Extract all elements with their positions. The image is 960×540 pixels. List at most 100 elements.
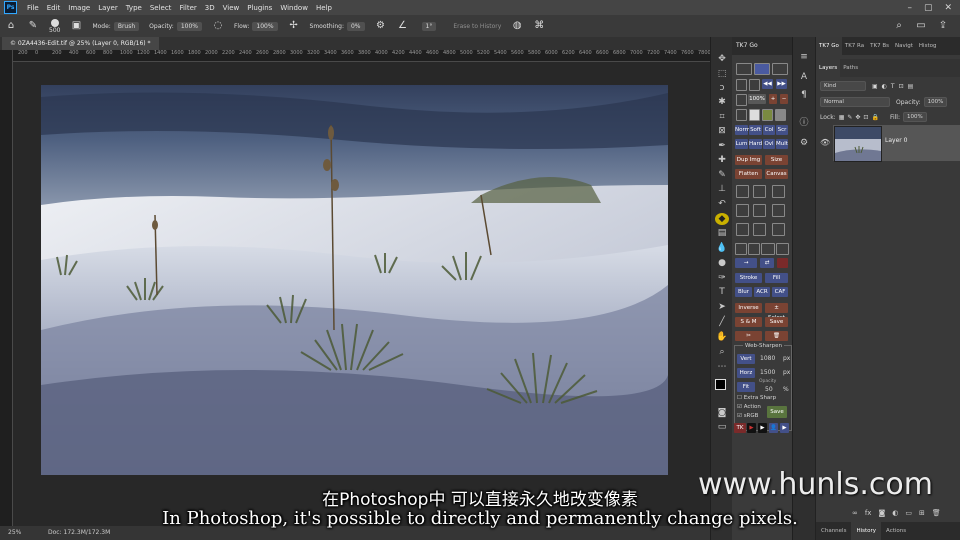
menu-layer[interactable]: Layer (94, 4, 122, 12)
tk-row1-icon-d[interactable] (776, 243, 789, 255)
tk-brush-black-icon[interactable] (736, 109, 747, 121)
tk-caf-button[interactable]: CAF (772, 287, 788, 297)
tk-blend-soft[interactable]: Soft (749, 125, 762, 135)
hand-tool-icon[interactable]: ✋ (715, 331, 729, 343)
quick-mask-icon[interactable]: ◙ (715, 407, 729, 419)
document-image[interactable] (41, 85, 668, 475)
tk-blend-norm[interactable]: Norm (735, 125, 750, 135)
brush-preset-picker[interactable]: 500 (49, 18, 60, 34)
eyedropper-tool-icon[interactable]: ✒ (715, 140, 729, 152)
close-icon[interactable]: ✕ (944, 3, 952, 13)
tk-next-icon[interactable]: ▶ (780, 423, 789, 433)
tk-swap-button[interactable]: ⇄ (760, 258, 774, 268)
tk-blend-col[interactable]: Col (763, 125, 775, 135)
srgb-checkbox[interactable]: ☑ sRGB (737, 413, 758, 419)
tk-layer-icon[interactable] (736, 185, 749, 198)
paragraph-panel-icon[interactable]: ¶ (798, 89, 810, 101)
line-tool-icon[interactable]: ╱ (715, 316, 729, 328)
quick-select-tool-icon[interactable]: ✱ (715, 96, 729, 108)
ruler-horizontal[interactable]: 200 0 200 400 600 800 1000 1200 1400 1600 1800 2000… (12, 50, 710, 62)
brush-tool-icon[interactable]: ✎ (715, 169, 729, 181)
home-icon[interactable]: ⌂ (5, 20, 17, 32)
dodge-tool-icon[interactable]: ● (715, 257, 729, 269)
ruler-vertical[interactable] (0, 50, 13, 526)
kind-filter-select[interactable]: Kind (820, 81, 866, 91)
tk-fill-button[interactable]: Fill (765, 273, 788, 283)
doc-size[interactable]: Doc: 172.3M/172.3M (48, 529, 110, 536)
document-tab[interactable]: © 0ZA4436-Edit.tif @ 25% (Layer 0, RGB/1… (2, 37, 159, 50)
zoom-tool-icon[interactable]: ⌕ (715, 346, 729, 358)
tk-canvas-button[interactable]: Canvas (765, 169, 788, 179)
tk-inverse-button[interactable]: Inverse (735, 303, 762, 313)
tk-dup-img-button[interactable]: Dup Img (735, 155, 762, 165)
share-icon[interactable]: ⇪ (937, 20, 949, 32)
menu-3d[interactable]: 3D (201, 4, 219, 12)
properties-panel-icon[interactable]: ⚙ (798, 137, 810, 149)
tk-adjust-icon[interactable] (753, 223, 766, 236)
layer-opacity-field[interactable]: 100% (923, 97, 948, 107)
erase-to-history-checkbox[interactable]: Erase to History (453, 23, 501, 30)
menu-edit[interactable]: Edit (43, 4, 65, 12)
tk-brush-white-icon[interactable] (749, 109, 760, 121)
menu-help[interactable]: Help (312, 4, 336, 12)
tab-layers[interactable]: Layers (816, 59, 841, 77)
canvas-area[interactable] (13, 62, 710, 526)
angle-field[interactable]: 1° (421, 21, 437, 31)
tk-blend-ovl[interactable]: Ovl (763, 139, 775, 149)
menu-type[interactable]: Type (122, 4, 146, 12)
horz-button[interactable]: Horz (737, 368, 755, 378)
symmetry-icon[interactable]: ⌘ (533, 20, 545, 32)
web-sharpen-save-button[interactable]: Save (767, 406, 787, 418)
crop-tool-icon[interactable]: ⌗ (715, 111, 729, 123)
vert-field[interactable]: 1080 (760, 355, 775, 362)
marquee-tool-icon[interactable]: ⬚ (715, 68, 729, 80)
pressure-size-icon[interactable]: ◍ (511, 20, 523, 32)
tk-row1-icon-b[interactable] (748, 243, 760, 255)
blur-tool-icon[interactable]: 💧 (715, 242, 729, 254)
zoom-level[interactable]: 25% (8, 529, 21, 536)
search-icon[interactable]: ⌕ (893, 20, 905, 32)
smoothing-field[interactable]: 0% (346, 21, 365, 31)
tk-blend-lum[interactable]: Lum (735, 139, 748, 149)
tk-mode-icon[interactable] (736, 63, 752, 75)
move-tool-icon[interactable]: ✥ (715, 53, 729, 65)
tk-copy-icon[interactable] (736, 204, 749, 217)
tk-zoom-field[interactable]: 100% (748, 94, 766, 104)
menu-filter[interactable]: Filter (175, 4, 200, 12)
tab-tk7-bs[interactable]: TK7 Bs (867, 43, 892, 49)
tk-crop-button[interactable]: ✂ (735, 331, 762, 341)
pressure-opacity-icon[interactable]: ◌ (212, 20, 224, 32)
type-tool-icon[interactable]: T (715, 286, 729, 298)
blend-mode-select[interactable]: Normal (820, 97, 890, 107)
layer-row[interactable]: Layer 0 (833, 125, 960, 162)
tk7-tab[interactable]: TK7 Go (732, 37, 792, 55)
menu-window[interactable]: Window (276, 4, 312, 12)
tk-doc-icon[interactable] (749, 79, 760, 91)
action-checkbox[interactable]: ☑ Action (737, 404, 761, 410)
visibility-eye-icon[interactable]: 👁 (820, 138, 830, 148)
tk-hide-icon[interactable] (772, 223, 785, 236)
airbrush-icon[interactable]: ✢ (288, 20, 300, 32)
tk-link-icon[interactable] (772, 185, 785, 198)
tk-blend-scr[interactable]: Scr (776, 125, 788, 135)
smoothing-control[interactable]: Smoothing: 0% (310, 21, 365, 31)
tk-mask-icon[interactable] (772, 204, 785, 217)
tk-back-icon[interactable]: ◀◀ (762, 79, 773, 89)
layer-name[interactable]: Layer 0 (885, 137, 907, 144)
mode-select[interactable]: Brush (113, 21, 140, 31)
tk-plus-button[interactable]: + (769, 94, 777, 104)
tk-user-icon[interactable]: 👤 (769, 423, 778, 433)
lasso-tool-icon[interactable]: ↄ (715, 82, 729, 94)
healing-tool-icon[interactable]: ✚ (715, 154, 729, 166)
tab-paths[interactable]: Paths (840, 65, 861, 71)
mode-control[interactable]: Mode: Brush (92, 21, 140, 31)
tk-save-button[interactable]: Save (765, 317, 788, 327)
eraser-tool-icon[interactable]: ◆ (715, 213, 729, 225)
more-tools-icon[interactable]: ⋯ (715, 361, 729, 373)
tk-forward-icon-2[interactable]: ▶ (758, 423, 767, 433)
tk-grid-icon[interactable] (736, 94, 747, 106)
character-panel-icon[interactable]: A (798, 71, 810, 83)
horz-field[interactable]: 1500 (760, 369, 775, 376)
tk-flatten-button[interactable]: Flatten (735, 169, 762, 179)
vert-button[interactable]: Vert (737, 354, 755, 364)
